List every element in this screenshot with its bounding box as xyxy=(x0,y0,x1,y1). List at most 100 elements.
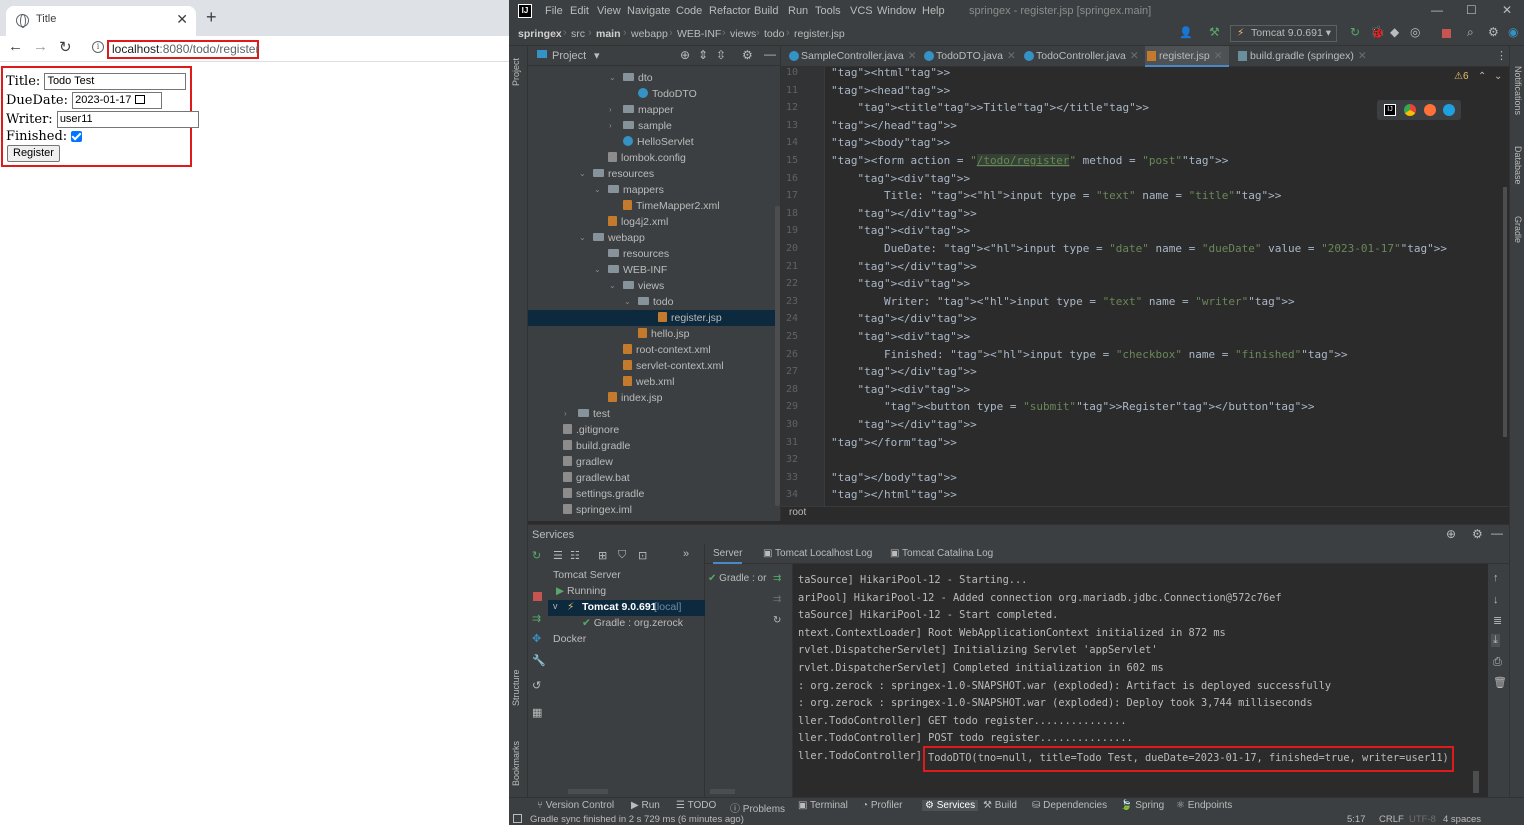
scroll-to-end-icon[interactable]: ⤓ xyxy=(1491,634,1500,647)
tool-window-todo[interactable]: ☰ TODO xyxy=(676,800,716,811)
gradle-artifact-node[interactable]: ✔ Gradle : org.zerock xyxy=(582,617,704,629)
structure-tool-label[interactable]: Structure xyxy=(511,669,521,706)
stop-icon[interactable] xyxy=(533,592,542,601)
tool-window-services[interactable]: ⚙ Services xyxy=(922,800,979,811)
refresh-icon[interactable]: ↻ xyxy=(532,549,541,562)
tree-item[interactable]: TodoDTO xyxy=(638,86,697,102)
tree-item[interactable]: resources xyxy=(608,246,669,262)
group-icon[interactable]: ⊞ xyxy=(598,549,607,562)
tab-localhost-log[interactable]: ▣ Tomcat Localhost Log xyxy=(763,548,872,559)
chevron-right-icon[interactable]: › xyxy=(609,102,612,118)
tab-tododto[interactable]: TodoDTO.java ✕ xyxy=(922,46,1016,67)
tree-item[interactable]: ⌄ WEB-INF xyxy=(594,262,667,278)
search-icon[interactable]: ⌕ xyxy=(1467,25,1479,39)
project-tool-label[interactable]: Project xyxy=(511,58,521,86)
menu-item-view[interactable]: View xyxy=(597,5,621,17)
tree-item[interactable]: root-context.xml xyxy=(623,342,711,358)
edge-icon[interactable] xyxy=(1443,104,1455,116)
globe-icon[interactable]: ⊕ xyxy=(1446,527,1456,541)
tree-item[interactable]: register.jsp xyxy=(528,310,780,326)
soft-wrap-icon[interactable]: ≣ xyxy=(1493,614,1502,627)
refresh-icon[interactable]: ↻ xyxy=(773,615,781,626)
cursor-position[interactable]: 5:17 xyxy=(1347,814,1366,825)
chevron-down-icon[interactable]: ⌄ xyxy=(579,230,586,246)
close-icon[interactable]: ✕ xyxy=(1007,50,1016,62)
tab-todo-controller[interactable]: TodoController.java ✕ xyxy=(1022,46,1139,67)
tree-item[interactable]: HelloServlet xyxy=(623,134,694,150)
more-icon[interactable]: » xyxy=(683,548,689,560)
menu-item-file[interactable]: File xyxy=(545,5,563,17)
tree-item[interactable]: gradlew xyxy=(563,454,613,470)
close-tab-icon[interactable]: ✕ xyxy=(176,11,188,28)
layout-icon[interactable]: ▦ xyxy=(532,706,542,719)
debug-icon[interactable]: 🐞 xyxy=(1370,25,1385,39)
tree-item[interactable]: ⌄ webapp xyxy=(579,230,645,246)
tool-window-dependencies[interactable]: ⛁ Dependencies xyxy=(1032,800,1107,811)
chevron-right-icon[interactable]: › xyxy=(609,118,612,134)
writer-input[interactable]: user11 xyxy=(56,111,199,128)
tree-item[interactable]: springex.iml xyxy=(563,502,632,518)
tab-register-jsp[interactable]: register.jsp ✕ xyxy=(1145,46,1229,67)
close-icon[interactable]: ✕ xyxy=(908,50,917,62)
database-tool-label[interactable]: Database xyxy=(1513,146,1523,185)
tree-item[interactable]: index.jsp xyxy=(608,390,662,406)
deploy-icon[interactable]: ⇉ xyxy=(532,612,541,625)
settings-icon[interactable]: ⚙ xyxy=(1488,25,1500,39)
chevron-right-icon[interactable]: › xyxy=(534,518,537,521)
deployment-scrollbar[interactable] xyxy=(710,789,735,794)
tree-item[interactable]: ⌄ todo xyxy=(624,294,673,310)
reload-icon[interactable]: ↺ xyxy=(532,679,541,692)
collapse-icon[interactable]: ⇳ xyxy=(716,48,726,62)
breadcrumb-item[interactable]: main xyxy=(596,28,621,40)
address-bar[interactable]: localhost:8080/todo/register xyxy=(107,40,259,59)
tree-item[interactable]: build.gradle xyxy=(563,438,630,454)
breadcrumb-item[interactable]: webapp xyxy=(631,28,668,40)
code-editor[interactable]: 10 11 12 13 14 15 16 17 18 19 20 21 22 23 24 25 26 27 28 29… xyxy=(781,66,1509,520)
tomcat-instance-node[interactable]: v ⚡ Tomcat 9.0.691 [local] xyxy=(548,600,705,616)
tomcat-server-node[interactable]: Tomcat Server xyxy=(553,569,621,581)
breadcrumb-item[interactable]: register.jsp xyxy=(794,28,845,40)
intellij-browser-icon[interactable]: IJ xyxy=(1384,104,1396,116)
forward-arrow-icon[interactable]: → xyxy=(33,38,48,55)
rerun-icon[interactable]: ↻ xyxy=(1350,25,1362,39)
close-window-icon[interactable]: ✕ xyxy=(1502,3,1512,17)
breadcrumb-item[interactable]: springex xyxy=(518,28,562,40)
tree-item[interactable]: lombok.config xyxy=(608,150,686,166)
chevron-down-icon[interactable]: ⌄ xyxy=(624,294,631,310)
title-input[interactable]: Todo Test xyxy=(44,73,187,90)
close-icon[interactable]: ✕ xyxy=(1130,50,1139,62)
chrome-icon[interactable] xyxy=(1404,104,1416,116)
artifact-icon[interactable]: ✥ xyxy=(532,632,541,645)
chevron-down-icon[interactable]: ⌄ xyxy=(609,278,616,294)
menu-item-refactor[interactable]: Refactor xyxy=(709,5,751,17)
finished-checkbox[interactable] xyxy=(71,131,83,142)
hide-icon[interactable]: — xyxy=(764,47,776,61)
tree-item[interactable]: ⌄ dto xyxy=(609,70,653,86)
tab-build-gradle[interactable]: build.gradle (springex) ✕ xyxy=(1236,46,1367,67)
project-label[interactable]: Project xyxy=(552,50,586,62)
maximize-icon[interactable]: ☐ xyxy=(1466,3,1477,17)
breadcrumb-item[interactable]: WEB-INF xyxy=(677,28,721,40)
register-button[interactable]: Register xyxy=(7,145,60,162)
chevron-down-icon[interactable]: ⌄ xyxy=(609,70,616,86)
tree-item[interactable]: › sample xyxy=(609,118,672,134)
more-tabs-icon[interactable]: ⋮ xyxy=(1496,49,1507,62)
close-icon[interactable]: ✕ xyxy=(1214,50,1223,62)
print-icon[interactable]: ⎙ xyxy=(1493,656,1502,669)
tree-scrollbar[interactable] xyxy=(775,206,780,506)
run-config-dropdown[interactable]: ⚡ Tomcat 9.0.691 ▾ xyxy=(1230,25,1337,42)
menu-item-edit[interactable]: Edit xyxy=(570,5,589,17)
arrow-up-icon[interactable]: ↑ xyxy=(1493,572,1499,584)
gradle-sync-status[interactable]: Gradle sync finished in 2 s 729 ms (6 mi… xyxy=(530,814,744,825)
profile-icon[interactable]: ◎ xyxy=(1410,25,1422,39)
gear-icon[interactable]: ⚙ xyxy=(1472,527,1483,541)
line-separator[interactable]: CRLF xyxy=(1379,814,1404,825)
tree-item[interactable]: ⌄ views xyxy=(609,278,664,294)
menu-item-vcs[interactable]: VCS xyxy=(850,5,873,17)
tree-item[interactable]: settings.gradle xyxy=(563,486,644,502)
editor-scrollbar[interactable] xyxy=(1503,187,1507,437)
tool-window-run[interactable]: ▶ Run xyxy=(631,800,660,811)
menu-item-window[interactable]: Window xyxy=(877,5,916,17)
chevron-down-icon[interactable]: ⌄ xyxy=(1494,71,1502,82)
gear-icon[interactable]: ⚙ xyxy=(742,48,753,62)
